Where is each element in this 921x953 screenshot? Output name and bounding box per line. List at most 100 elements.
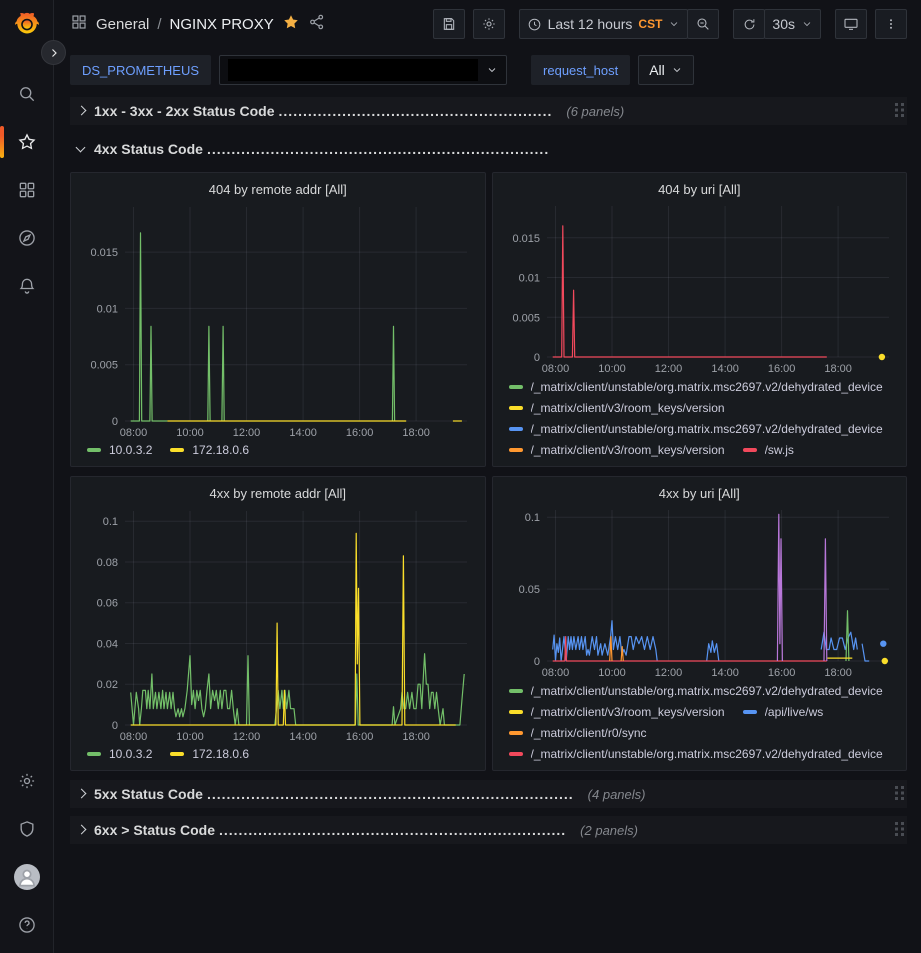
dashboard-settings-button[interactable] [473,9,505,39]
row-drag-handle[interactable] [894,102,905,121]
legend-row: /_matrix/client/v3/room_keys/version/sw.… [509,439,897,460]
svg-text:12:00: 12:00 [654,667,682,679]
svg-text:0.05: 0.05 [518,585,539,597]
panel-title[interactable]: 404 by remote addr [All] [81,179,475,201]
tv-mode-button[interactable] [835,9,867,39]
legend-item[interactable]: /_matrix/client/unstable/org.matrix.msc2… [509,684,883,698]
sidebar-item-explore[interactable] [0,216,54,260]
legend-row: /_matrix/client/r0/sync [509,722,897,743]
svg-text:0: 0 [112,416,118,428]
legend-series-swatch [509,710,523,714]
sidebar-item-starred[interactable] [0,120,54,164]
row-drag-handle[interactable] [894,785,905,804]
svg-text:14:00: 14:00 [289,731,317,743]
svg-text:14:00: 14:00 [711,667,739,679]
row-header-1xx-3xx-2xx[interactable]: 1xx - 3xx - 2xx Status Code ............… [70,97,907,125]
svg-text:0: 0 [533,352,539,364]
legend-row: 10.0.3.2 172.18.0.6 [87,439,475,460]
time-range-picker[interactable]: Last 12 hours CST [519,9,689,39]
panel-title[interactable]: 4xx by remote addr [All] [81,483,475,505]
help-icon[interactable] [0,903,54,947]
legend-item[interactable]: /sw.js [743,443,794,457]
grafana-logo[interactable] [12,10,42,40]
timeseries-chart[interactable]: 00.0050.010.01508:0010:0012:0014:0016:00… [81,201,475,439]
chevron-right-icon [74,787,88,801]
svg-text:0.06: 0.06 [97,597,118,609]
timezone-badge: CST [638,17,662,31]
timeseries-chart[interactable]: 00.050.108:0010:0012:0014:0016:0018:00 [503,504,897,680]
star-filled-icon[interactable] [282,13,300,36]
row-header-4xx[interactable]: 4xx Status Code ........................… [70,135,907,163]
legend-item[interactable]: 10.0.3.2 [87,443,152,457]
row-header-6xx[interactable]: 6xx > Status Code ......................… [70,816,907,844]
sidebar-expand-button[interactable] [41,40,66,65]
timeseries-chart[interactable]: 00.0050.010.01508:0010:0012:0014:0016:00… [503,200,897,376]
legend-item[interactable]: 10.0.3.2 [87,747,152,761]
refresh-button[interactable] [733,9,765,39]
legend-series-swatch [170,448,184,452]
svg-text:12:00: 12:00 [233,731,261,743]
legend-item[interactable]: /_matrix/client/v3/room_keys/version [509,705,725,719]
panel-legend: 10.0.3.2 172.18.0.6 [81,439,475,460]
sidebar-item-alerting[interactable] [0,264,54,308]
sidebar [0,0,54,953]
legend-item[interactable]: /_matrix/client/unstable/org.matrix.msc2… [509,422,883,436]
svg-text:10:00: 10:00 [176,731,204,743]
breadcrumb-folder[interactable]: General [96,16,149,33]
timeseries-chart[interactable]: 00.020.040.060.080.108:0010:0012:0014:00… [81,505,475,743]
legend-item[interactable]: /_matrix/client/unstable/org.matrix.msc2… [509,747,883,761]
row-title: 5xx Status Code [94,786,203,802]
server-admin-shield-icon[interactable] [0,807,54,851]
legend-series-label: 172.18.0.6 [192,443,249,457]
legend-item[interactable]: /_matrix/client/v3/room_keys/version [509,443,725,457]
top-navbar: General / NGINX PROXY [54,0,921,48]
svg-text:0.01: 0.01 [97,303,118,315]
legend-series-swatch [87,448,101,452]
legend-row: /_matrix/client/v3/room_keys/version [509,397,897,418]
time-controls: Last 12 hours CST [519,9,720,39]
panel-404-by-uri: 404 by uri [All] 00.0050.010.01508:0010:… [492,172,908,467]
legend-item[interactable]: /_matrix/client/r0/sync [509,726,647,740]
toolbar-actions: Last 12 hours CST 30s [433,9,907,39]
refresh-interval-dropdown[interactable]: 30s [764,9,821,39]
save-dashboard-button[interactable] [433,9,465,39]
time-range-label: Last 12 hours [548,16,633,32]
svg-text:08:00: 08:00 [541,363,569,375]
legend-item[interactable]: /_matrix/client/v3/room_keys/version [509,401,725,415]
legend-row: 10.0.3.2 172.18.0.6 [87,743,475,764]
row-leader-dots: ........................................… [219,822,566,838]
variable-dropdown-ds-prometheus[interactable] [219,55,507,85]
legend-item[interactable]: 172.18.0.6 [170,443,249,457]
row-panel-count: (4 panels) [588,787,646,802]
search-icon[interactable] [0,72,54,116]
svg-text:0.01: 0.01 [518,273,539,285]
settings-gear-icon[interactable] [0,759,54,803]
svg-text:12:00: 12:00 [233,427,261,439]
legend-item[interactable]: 172.18.0.6 [170,747,249,761]
sidebar-item-dashboards[interactable] [0,168,54,212]
legend-series-label: /_matrix/client/unstable/org.matrix.msc2… [531,422,883,436]
user-avatar[interactable] [0,855,54,899]
panel-title[interactable]: 4xx by uri [All] [503,483,897,504]
row-drag-handle[interactable] [894,821,905,840]
share-icon[interactable] [308,13,326,36]
panel-title[interactable]: 404 by uri [All] [503,179,897,200]
svg-text:18:00: 18:00 [402,731,430,743]
svg-text:0.1: 0.1 [103,516,118,528]
svg-text:16:00: 16:00 [767,667,795,679]
svg-text:0.015: 0.015 [512,233,540,245]
svg-text:0.015: 0.015 [90,247,118,259]
legend-item[interactable]: /_matrix/client/unstable/org.matrix.msc2… [509,380,883,394]
legend-row: /_matrix/client/unstable/org.matrix.msc2… [509,376,897,397]
legend-item[interactable]: /api/live/ws [743,705,824,719]
variable-dropdown-request-host[interactable]: All [638,55,694,85]
legend-series-swatch [509,731,523,735]
row-title: 4xx Status Code [94,141,203,157]
zoom-out-time-button[interactable] [687,9,719,39]
dashboard-canvas: 1xx - 3xx - 2xx Status Code ............… [54,94,921,953]
variables-row: DS_PROMETHEUS request_host All [54,48,921,94]
dashboard-title[interactable]: NGINX PROXY [170,16,274,33]
svg-text:08:00: 08:00 [541,667,569,679]
row-header-5xx[interactable]: 5xx Status Code ........................… [70,780,907,808]
kebab-menu-button[interactable] [875,9,907,39]
